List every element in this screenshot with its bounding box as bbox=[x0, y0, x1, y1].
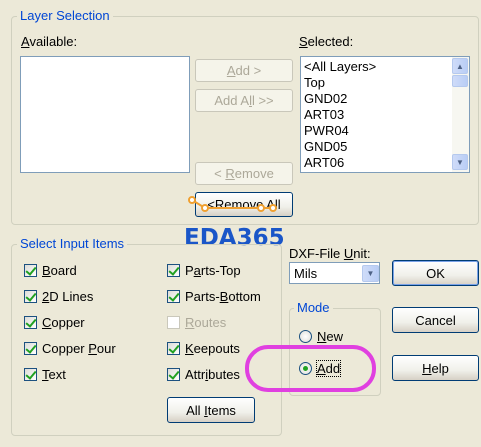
mode-new-label[interactable]: New bbox=[317, 329, 343, 344]
copper-checkbox[interactable] bbox=[24, 316, 37, 329]
board-label[interactable]: Board bbox=[42, 263, 77, 278]
copper-pour-label[interactable]: Copper Pour bbox=[42, 341, 116, 356]
selected-list-item[interactable]: PWR04 bbox=[301, 123, 451, 139]
selected-items-list: <All Layers> Top GND02 ART03 PWR04 GND05 ART06 bbox=[301, 59, 451, 171]
highlight-ellipse bbox=[245, 345, 376, 392]
parts-bottom-label[interactable]: Parts-Bottom bbox=[185, 289, 261, 304]
copper-label[interactable]: Copper bbox=[42, 315, 85, 330]
routes-label[interactable]: Routes bbox=[185, 315, 226, 330]
dxf-unit-label: DXF-File Unit: bbox=[289, 246, 371, 261]
selected-scrollbar[interactable]: ▲ ▼ bbox=[452, 57, 469, 172]
selected-list-item[interactable]: ART06 bbox=[301, 155, 451, 171]
text-label[interactable]: Text bbox=[42, 367, 66, 382]
routes-checkbox[interactable] bbox=[167, 316, 180, 329]
selected-list-item[interactable]: GND05 bbox=[301, 139, 451, 155]
cancel-button[interactable]: Cancel bbox=[392, 307, 479, 333]
help-button[interactable]: Help bbox=[392, 355, 479, 381]
scroll-thumb[interactable] bbox=[452, 75, 468, 87]
keepouts-label[interactable]: Keepouts bbox=[185, 341, 240, 356]
parts-top-label[interactable]: Parts-Top bbox=[185, 263, 241, 278]
selected-list-item[interactable]: ART03 bbox=[301, 107, 451, 123]
scroll-up-icon[interactable]: ▲ bbox=[452, 58, 468, 74]
copper-pour-checkbox[interactable] bbox=[24, 342, 37, 355]
chevron-down-icon[interactable]: ▼ bbox=[362, 265, 379, 282]
dxf-unit-select[interactable]: Mils ▼ bbox=[289, 262, 380, 284]
attributes-label[interactable]: Attributes bbox=[185, 367, 240, 382]
available-listbox[interactable] bbox=[20, 56, 190, 173]
attributes-checkbox[interactable] bbox=[167, 368, 180, 381]
remove-button[interactable]: < Remove bbox=[195, 162, 293, 185]
parts-top-checkbox[interactable] bbox=[167, 264, 180, 277]
2d-lines-checkbox[interactable] bbox=[24, 290, 37, 303]
keepouts-checkbox[interactable] bbox=[167, 342, 180, 355]
mode-new-radio[interactable] bbox=[299, 330, 312, 343]
handle-dot bbox=[188, 196, 196, 204]
2d-lines-label[interactable]: 2D Lines bbox=[42, 289, 93, 304]
input-items-title: Select Input Items bbox=[17, 237, 128, 251]
selection-handles bbox=[188, 196, 277, 212]
add-all-button[interactable]: Add All >> bbox=[195, 89, 293, 112]
handle-dot bbox=[201, 204, 209, 212]
ok-button[interactable]: OK bbox=[392, 260, 479, 286]
selected-listbox[interactable]: <All Layers> Top GND02 ART03 PWR04 GND05 ART06… bbox=[300, 56, 470, 173]
scroll-down-icon[interactable]: ▼ bbox=[452, 154, 468, 170]
text-checkbox[interactable] bbox=[24, 368, 37, 381]
selected-list-item[interactable]: Top bbox=[301, 75, 451, 91]
selected-list-item[interactable]: GND02 bbox=[301, 91, 451, 107]
all-items-button[interactable]: All Items bbox=[167, 397, 255, 423]
dxf-unit-value: Mils bbox=[294, 266, 318, 281]
add-button[interactable]: Add > bbox=[195, 59, 293, 82]
parts-bottom-checkbox[interactable] bbox=[167, 290, 180, 303]
available-label: Available: bbox=[21, 34, 78, 49]
board-checkbox[interactable] bbox=[24, 264, 37, 277]
selected-label: Selected: bbox=[299, 34, 354, 49]
selected-list-item[interactable]: <All Layers> bbox=[301, 59, 451, 75]
mode-title: Mode bbox=[294, 301, 333, 315]
handle-dot bbox=[257, 204, 265, 212]
handle-dot bbox=[269, 204, 277, 212]
layer-selection-title: Layer Selection bbox=[17, 9, 113, 23]
